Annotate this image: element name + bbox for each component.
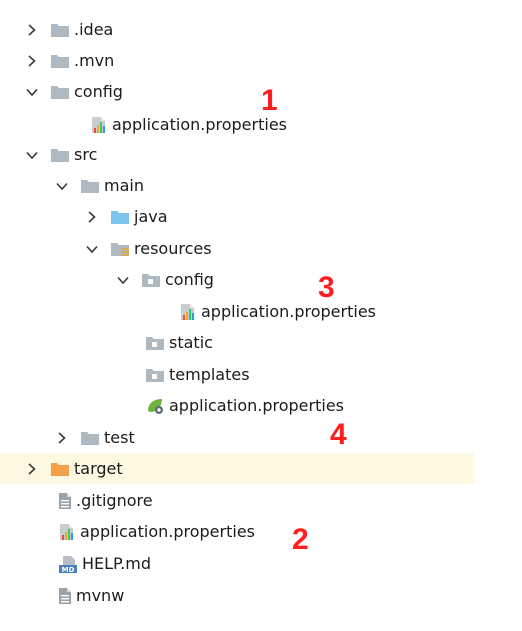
folder-icon (80, 430, 100, 446)
tree-item-label: .mvn (74, 51, 115, 70)
chevron-right-icon[interactable] (25, 462, 39, 476)
tree-item-resources-application-properties[interactable]: application.properties (0, 390, 522, 421)
source-folder-icon (110, 209, 130, 225)
text-file-icon (58, 587, 72, 605)
properties-file-icon (58, 523, 76, 541)
tree-item-src[interactable]: src (0, 139, 522, 170)
annotation-number: 4 (330, 418, 347, 451)
tree-item-label: java (134, 207, 168, 226)
tree-item-label: test (104, 428, 135, 447)
folder-icon (145, 335, 165, 351)
tree-item-label: HELP.md (82, 554, 152, 573)
folder-icon (50, 22, 70, 38)
chevron-right-icon[interactable] (25, 23, 39, 37)
tree-item-label: .gitignore (76, 491, 153, 510)
annotation-number: 2 (292, 523, 309, 556)
folder-icon (50, 84, 70, 100)
tree-item-test[interactable]: test (0, 422, 522, 453)
tree-item-label: application.properties (80, 522, 255, 541)
chevron-down-icon[interactable] (25, 85, 39, 99)
tree-item-target[interactable]: target (0, 453, 474, 484)
properties-file-icon (179, 303, 197, 321)
annotation-number: 1 (261, 84, 278, 117)
tree-item-resources[interactable]: resources (0, 233, 522, 264)
chevron-down-icon[interactable] (25, 148, 39, 162)
tree-item-label: application.properties (169, 396, 344, 415)
tree-item-label: application.properties (201, 302, 376, 321)
tree-item-label: config (165, 270, 214, 289)
tree-item-resources-config[interactable]: config (0, 264, 522, 295)
tree-item-label: static (169, 333, 213, 352)
resources-folder-icon (110, 241, 130, 257)
markdown-file-icon (58, 555, 78, 573)
tree-item-label: target (74, 459, 123, 478)
chevron-right-icon[interactable] (25, 54, 39, 68)
tree-item-label: main (104, 176, 144, 195)
chevron-down-icon[interactable] (116, 273, 130, 287)
tree-item-label: src (74, 145, 98, 164)
annotation-number: 3 (318, 271, 335, 304)
tree-item-gitignore[interactable]: .gitignore (0, 485, 522, 516)
tree-item-main[interactable]: main (0, 170, 522, 201)
tree-item-label: mvnw (76, 586, 125, 605)
tree-item-mvn[interactable]: .mvn (0, 45, 522, 76)
tree-item-root-application-properties[interactable]: application.properties (0, 516, 522, 547)
tree-item-java[interactable]: java (0, 201, 522, 232)
chevron-right-icon[interactable] (85, 210, 99, 224)
tree-item-static[interactable]: static (0, 327, 522, 358)
tree-item-label: config (74, 82, 123, 101)
folder-icon (141, 272, 161, 288)
folder-icon (145, 367, 165, 383)
tree-item-help-md[interactable]: HELP.md (0, 548, 522, 579)
folder-icon (50, 147, 70, 163)
spring-properties-icon (145, 397, 165, 415)
chevron-down-icon[interactable] (55, 179, 69, 193)
tree-item-resources-config-application-properties[interactable]: application.properties (0, 296, 522, 327)
folder-icon (80, 178, 100, 194)
excluded-folder-icon (50, 461, 70, 477)
properties-file-icon (90, 116, 108, 134)
tree-item-templates[interactable]: templates (0, 359, 522, 390)
tree-item-idea[interactable]: .idea (0, 14, 522, 45)
folder-icon (50, 53, 70, 69)
tree-item-mvnw[interactable]: mvnw (0, 580, 522, 611)
text-file-icon (58, 492, 72, 510)
tree-item-label: resources (134, 239, 212, 258)
chevron-right-icon[interactable] (55, 431, 69, 445)
tree-item-label: .idea (74, 20, 114, 39)
chevron-down-icon[interactable] (85, 242, 99, 256)
tree-item-label: templates (169, 365, 250, 384)
